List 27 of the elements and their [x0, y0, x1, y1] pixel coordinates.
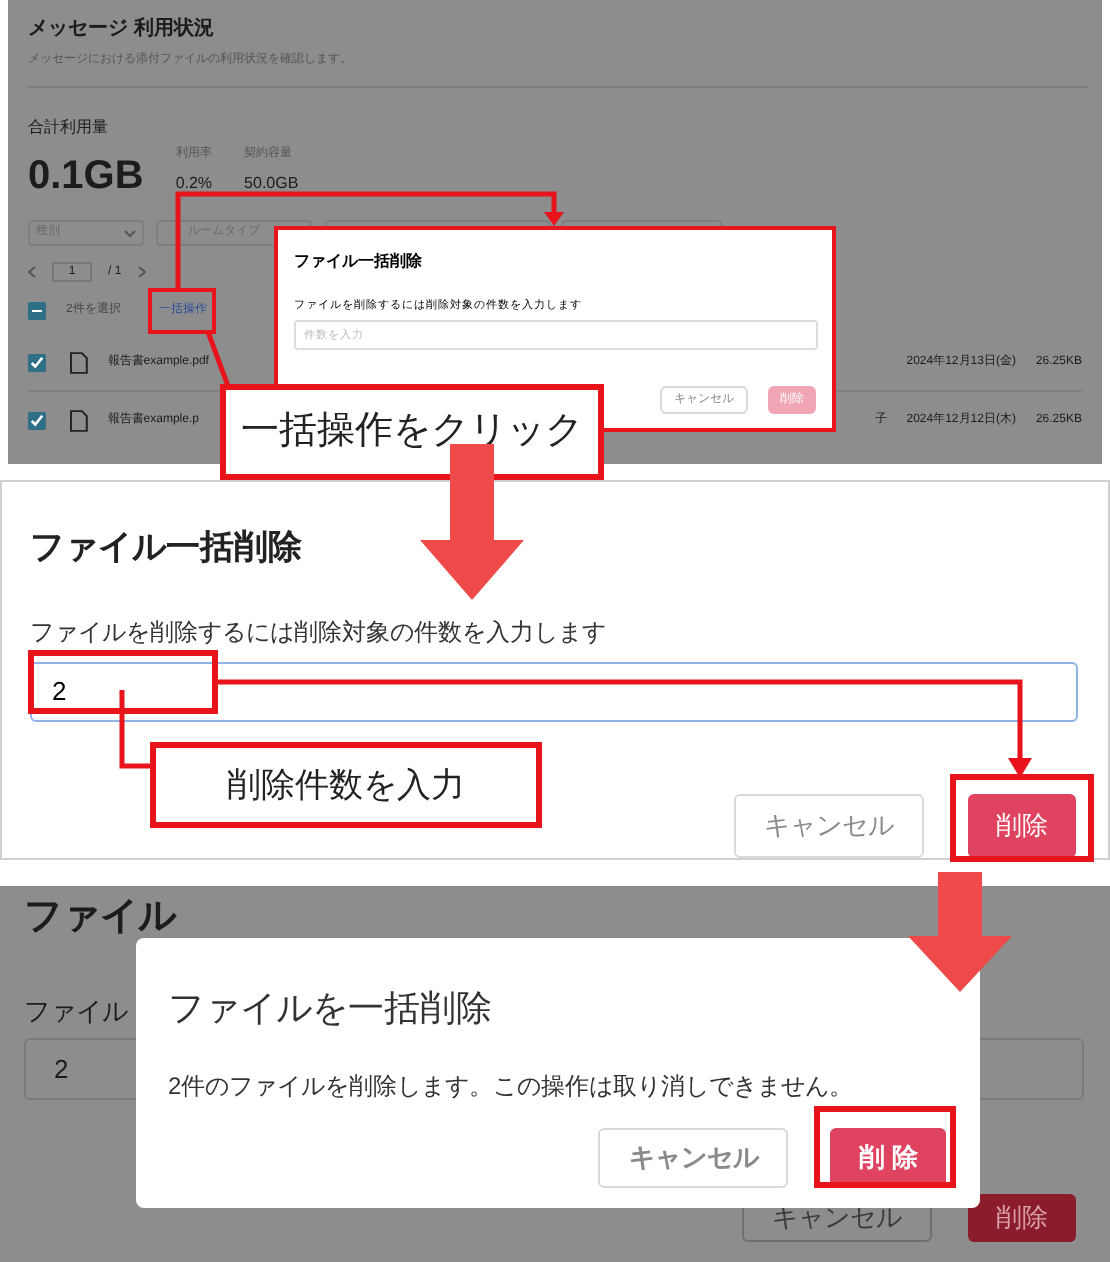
checkbox[interactable]: [28, 412, 46, 430]
dialog-title: ファイル一括削除: [294, 250, 424, 274]
down-arrow-icon: [420, 444, 524, 600]
checkbox[interactable]: [28, 302, 46, 320]
checkbox[interactable]: [28, 353, 46, 371]
delete-button[interactable]: 削除: [968, 794, 1076, 858]
callout-label: 削除件数を入力: [150, 742, 542, 828]
page-title: ファイル: [24, 894, 176, 942]
stat-value: 50.0GB: [244, 172, 299, 196]
cancel-button[interactable]: キャンセル: [598, 1128, 789, 1188]
stat-value: 0.2%: [175, 172, 213, 196]
cancel-button[interactable]: キャンセル: [734, 794, 924, 858]
page-title: メッセージ 利用状況: [28, 15, 216, 44]
highlight-frame: [950, 774, 1094, 862]
delete-button[interactable]: 削 除: [830, 1128, 946, 1188]
total-usage: 0.1GB: [28, 156, 144, 196]
field-label: ファイルを削除するには削除対象の件数を入力します: [30, 615, 608, 649]
down-arrow-icon: [908, 872, 1012, 992]
section-label: 合計利用量: [28, 116, 110, 140]
count-input[interactable]: 2: [30, 661, 1078, 722]
dialog-message: 2件のファイルを削除します。この操作は取り消しできません。: [168, 1070, 856, 1104]
dialog-title: ファイルを一括削除: [168, 986, 494, 1032]
highlight-frame: [814, 1106, 956, 1188]
chevron-down-icon: [124, 229, 136, 237]
dialog-title: ファイル一括削除: [30, 526, 304, 570]
field-label: ファイル: [24, 993, 128, 1029]
delete-button[interactable]: 削除: [968, 1194, 1076, 1242]
